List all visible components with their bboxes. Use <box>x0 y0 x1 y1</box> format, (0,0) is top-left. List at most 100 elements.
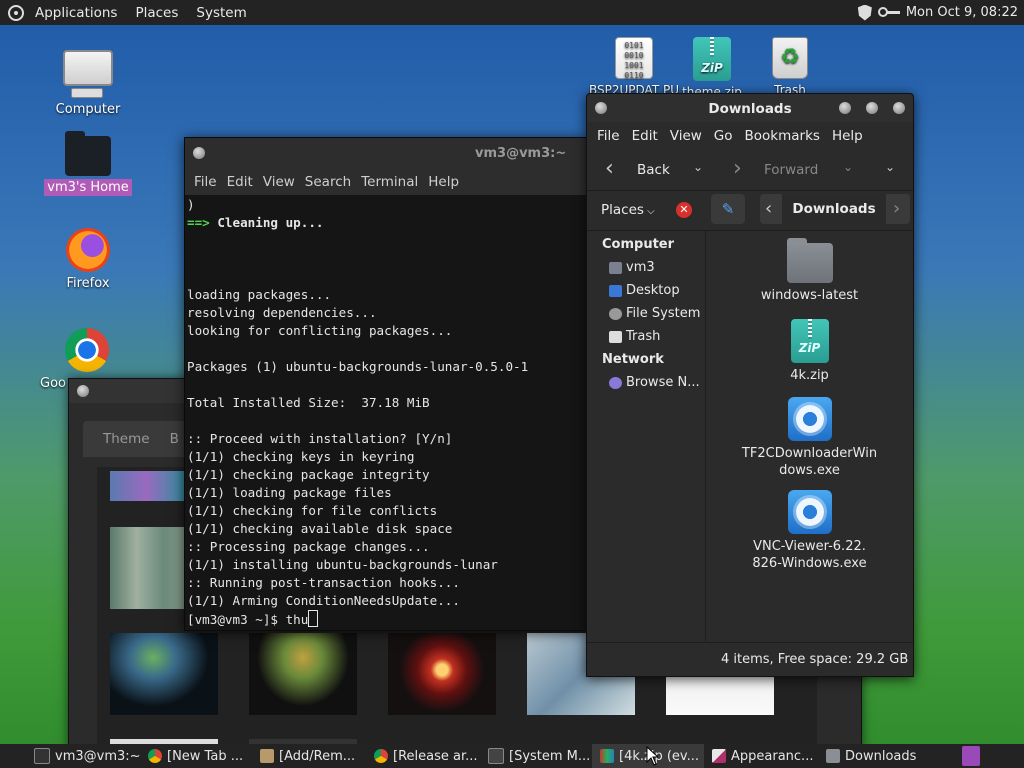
sidebar-item-filesystem[interactable]: File System <box>609 306 700 321</box>
terminal-menu-edit[interactable]: Edit <box>222 174 258 190</box>
shield-icon[interactable] <box>857 4 872 21</box>
task-label: [Add/Rem... <box>279 748 356 764</box>
file-item-windows-latest[interactable]: windows-latest <box>706 238 913 304</box>
archive-manager-icon <box>600 749 614 763</box>
file-item-vnc-viewer[interactable]: VNC-Viewer-6.22. 826-Windows.exe <box>706 490 913 572</box>
terminal-menu-search[interactable]: Search <box>300 174 356 190</box>
places-dropdown[interactable]: Places ⌵ <box>601 202 655 218</box>
path-right-arrow-icon[interactable]: › <box>893 198 900 219</box>
terminal-window[interactable]: vm3@vm3:~ File Edit View Search Terminal… <box>184 137 588 631</box>
close-button[interactable] <box>893 102 905 114</box>
window-menu-icon[interactable] <box>77 385 89 397</box>
desktop-icon <box>609 284 622 297</box>
terminal-menu-view[interactable]: View <box>258 174 300 190</box>
more-chevron-icon[interactable]: ⌄ <box>885 160 895 174</box>
wallpaper-thumb[interactable] <box>249 633 357 715</box>
task-terminal[interactable]: vm3@vm3:~ <box>0 744 140 768</box>
chrome-icon <box>65 328 109 372</box>
desktop-icon-home[interactable]: vm3's Home <box>43 131 133 196</box>
sidebar-item-browse-network[interactable]: Browse N... <box>609 375 700 390</box>
sidebar-item-trash[interactable]: Trash <box>609 329 660 344</box>
path-segment-downloads[interactable]: Downloads <box>782 194 886 224</box>
appearance-icon <box>712 749 726 763</box>
wallpaper-thumb[interactable] <box>388 633 496 715</box>
main-menu: Applications Places System <box>0 0 256 25</box>
desktop-icon-trash[interactable]: ♻ Trash <box>745 37 835 95</box>
back-button[interactable]: Back <box>637 162 670 178</box>
key-icon[interactable] <box>877 6 900 19</box>
terminal-line: Packages (1) ubuntu-backgrounds-lunar-0.… <box>187 359 529 374</box>
forward-arrow-icon[interactable]: › <box>733 156 742 181</box>
task-add-remove[interactable]: [Add/Rem... <box>252 744 366 768</box>
sidebar-item-desktop[interactable]: Desktop <box>609 283 680 298</box>
task-new-tab[interactable]: [New Tab ... <box>140 744 252 768</box>
edit-location-pencil-icon[interactable]: ✎ <box>711 194 745 224</box>
maximize-button[interactable] <box>866 102 878 114</box>
desktop-icon-binary-file[interactable]: 0101 0010 1001 0110 BSP2UPDAT PUR <box>589 37 679 95</box>
top-panel: Applications Places System Mon Oct 9, 08… <box>0 0 1024 25</box>
desktop-icon-theme-zip[interactable]: ZiP theme.zip <box>667 37 757 97</box>
places-label: Places <box>601 202 644 218</box>
wallpaper-thumb[interactable] <box>110 633 218 715</box>
folder-icon <box>826 749 840 763</box>
zip-file-icon: ZiP <box>693 37 731 81</box>
terminal-input[interactable]: thu <box>286 612 309 627</box>
file-item-tf2c-downloader[interactable]: TF2CDownloaderWin dows.exe <box>706 397 913 479</box>
file-manager-window[interactable]: Downloads File Edit View Go Bookmarks He… <box>586 93 914 677</box>
back-arrow-icon[interactable]: ‹ <box>605 156 614 181</box>
terminal-title: vm3@vm3:~ <box>475 146 567 161</box>
terminal-menu-terminal[interactable]: Terminal <box>356 174 423 190</box>
menu-places[interactable]: Places <box>126 5 187 21</box>
fm-menu-edit[interactable]: Edit <box>626 128 664 144</box>
fm-menu-bookmarks[interactable]: Bookmarks <box>739 128 826 144</box>
path-left-arrow-icon[interactable]: ‹ <box>765 198 772 219</box>
menu-system[interactable]: System <box>187 5 255 21</box>
clock[interactable]: Mon Oct 9, 08:22 <box>906 5 1018 20</box>
fm-menu-help[interactable]: Help <box>826 128 869 144</box>
task-appearance[interactable]: Appearanc... <box>704 744 818 768</box>
terminal-prompt-line[interactable]: [vm3@vm3 ~]$ thu <box>187 610 585 629</box>
terminal-output[interactable]: ) ==> Cleaning up... loading packages... r… <box>187 196 585 629</box>
fm-menu-go[interactable]: Go <box>708 128 739 144</box>
sidebar-item-vm3[interactable]: vm3 <box>609 260 655 275</box>
sidebar-item-label: File System <box>626 306 701 321</box>
back-history-chevron-icon[interactable]: ⌄ <box>693 160 703 174</box>
wallpaper-thumb[interactable] <box>666 677 774 715</box>
forward-history-chevron-icon[interactable]: ⌄ <box>843 160 853 174</box>
wallpaper-thumb[interactable] <box>110 527 190 609</box>
task-label: [New Tab ... <box>167 748 244 764</box>
tab-background[interactable]: B <box>170 431 179 447</box>
fm-navbar: ‹ Back ⌄ › Forward ⌄ ⌄ <box>587 150 913 191</box>
close-sidebar-icon[interactable]: ✕ <box>676 202 692 218</box>
task-system-monitor[interactable]: [System M... <box>480 744 592 768</box>
terminal-line: (1/1) checking package integrity <box>187 467 430 482</box>
desktop-icon-label: Firefox <box>66 276 110 291</box>
tray: Mon Oct 9, 08:22 <box>857 0 1018 25</box>
chevron-down-icon: ⌵ <box>643 206 655 217</box>
task-downloads[interactable]: Downloads <box>818 744 928 768</box>
terminal-line: (1/1) loading package files <box>187 485 392 500</box>
fm-menu-file[interactable]: File <box>591 128 626 144</box>
file-label: 826-Windows.exe <box>752 556 867 571</box>
minimize-button[interactable] <box>839 102 851 114</box>
desktop-icon-computer[interactable]: Computer <box>43 50 133 117</box>
forward-button[interactable]: Forward <box>764 162 818 178</box>
desktop-icon-firefox[interactable]: Firefox <box>43 228 133 291</box>
sidebar-item-label: Browse N... <box>626 375 700 390</box>
desktop-icon-label: Computer <box>55 102 121 117</box>
terminal-menu-help[interactable]: Help <box>423 174 464 190</box>
task-release[interactable]: [Release ar... <box>366 744 480 768</box>
window-menu-icon[interactable] <box>193 147 205 159</box>
appearance-tabs: Theme B <box>83 421 199 457</box>
fm-file-view[interactable]: windows-latest ZiP 4k.zip TF2CDownloader… <box>706 231 913 641</box>
terminal-line: ==> Cleaning up... <box>187 215 324 230</box>
tab-theme[interactable]: Theme <box>103 431 150 447</box>
file-item-4k-zip[interactable]: ZiP 4k.zip <box>706 319 913 384</box>
menu-applications[interactable]: Applications <box>26 5 126 21</box>
terminal-menu-file[interactable]: File <box>189 174 222 190</box>
fm-titlebar[interactable]: Downloads <box>587 94 913 122</box>
workspace-switcher-icon[interactable] <box>962 746 980 766</box>
distro-logo-icon[interactable] <box>8 4 24 21</box>
terminal-titlebar[interactable]: vm3@vm3:~ <box>185 138 587 169</box>
fm-menu-view[interactable]: View <box>664 128 708 144</box>
